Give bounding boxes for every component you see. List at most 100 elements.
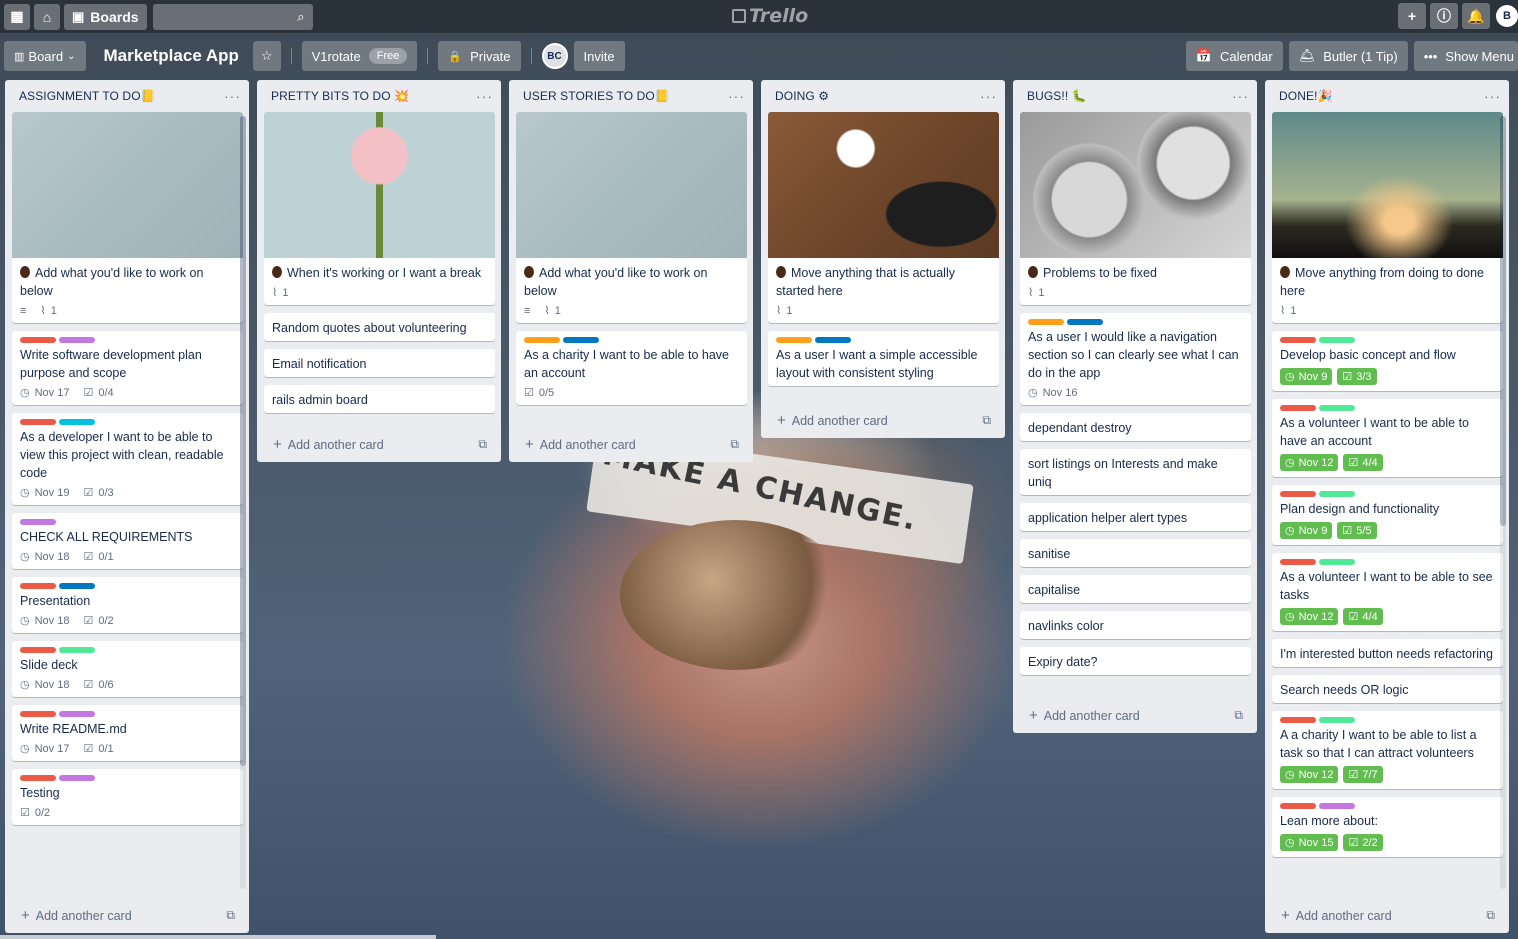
list-title[interactable]: USER STORIES TO DO📒 <box>523 89 670 103</box>
butler-button[interactable]: 🛎 Butler (1 Tip) <box>1288 41 1408 71</box>
label-red[interactable] <box>20 419 56 425</box>
card[interactable]: I'm interested button needs refactoring <box>1272 639 1503 667</box>
apps-grid-button[interactable]: ▦ <box>4 3 30 30</box>
card[interactable]: navlinks color <box>1020 611 1251 639</box>
label-red[interactable] <box>1280 803 1316 809</box>
list-title[interactable]: DOING ⚙ <box>775 89 829 103</box>
card[interactable]: Email notification <box>264 349 495 377</box>
show-menu-button[interactable]: ••• Show Menu <box>1413 41 1518 71</box>
label-lime[interactable] <box>1319 717 1355 723</box>
user-avatar[interactable]: B <box>1496 5 1518 27</box>
card[interactable]: Problems to be fixed ⌇ 1 <box>1020 112 1251 305</box>
list-title[interactable]: BUGS!! 🐛 <box>1027 89 1087 103</box>
card[interactable]: capitalise <box>1020 575 1251 603</box>
due-date-badge[interactable]: ◷ Nov 19 <box>20 486 69 500</box>
due-date-badge[interactable]: ◷ Nov 18 <box>20 550 69 564</box>
label-blue[interactable] <box>1067 319 1103 325</box>
list-title[interactable]: ASSIGNMENT TO DO📒 <box>19 89 156 103</box>
card[interactable]: Add what you'd like to work on below ≡ ⌇ 1 <box>12 112 243 323</box>
label-red[interactable] <box>20 775 56 781</box>
label-lime[interactable] <box>1319 491 1355 497</box>
due-date-complete-badge[interactable]: ◷ Nov 9 <box>1280 522 1333 539</box>
template-icon[interactable]: ⧉ <box>730 437 739 452</box>
card[interactable]: Lean more about: ◷ Nov 15 ☑ 2/2 <box>1272 797 1503 857</box>
label-red[interactable] <box>1280 717 1316 723</box>
add-card-button[interactable]: + Add another card ⧉ <box>1013 701 1257 729</box>
card[interactable]: Write README.md ◷ Nov 17 ☑ 0/1 <box>12 705 243 761</box>
card[interactable]: A a charity I want to be able to list a … <box>1272 711 1503 789</box>
due-date-complete-badge[interactable]: ◷ Nov 15 <box>1280 834 1339 851</box>
board-view-switcher[interactable]: ▥ Board ⌄ <box>4 41 86 71</box>
list-header[interactable]: DONE!🎉 ··· <box>1265 80 1509 112</box>
horizontal-scrollbar[interactable] <box>0 935 436 939</box>
template-icon[interactable]: ⧉ <box>478 437 487 452</box>
trello-logo[interactable]: Trello <box>732 5 808 27</box>
card[interactable]: Slide deck ◷ Nov 18 ☑ 0/6 <box>12 641 243 697</box>
label-blue[interactable] <box>59 583 95 589</box>
card[interactable]: Plan design and functionality ◷ Nov 9 ☑ 5/5 <box>1272 485 1503 545</box>
due-date-badge[interactable]: ◷ Nov 18 <box>20 614 69 628</box>
vertical-scrollbar[interactable] <box>240 116 246 889</box>
card[interactable]: application helper alert types <box>1020 503 1251 531</box>
card[interactable]: sanitise <box>1020 539 1251 567</box>
card[interactable]: dependant destroy <box>1020 413 1251 441</box>
list-title[interactable]: PRETTY BITS TO DO 💥 <box>271 89 409 103</box>
home-button[interactable]: ⌂ <box>34 3 60 30</box>
more-icon[interactable]: ··· <box>1484 88 1501 104</box>
template-icon[interactable]: ⧉ <box>1234 708 1243 723</box>
due-date-badge[interactable]: ◷ Nov 18 <box>20 678 69 692</box>
due-date-badge[interactable]: ◷ Nov 17 <box>20 742 69 756</box>
invite-button[interactable]: Invite <box>573 41 625 71</box>
card[interactable]: Search needs OR logic <box>1272 675 1503 703</box>
label-red[interactable] <box>20 647 56 653</box>
list-title[interactable]: DONE!🎉 <box>1279 89 1333 103</box>
vertical-scrollbar[interactable] <box>1500 116 1506 889</box>
card[interactable]: Expiry date? <box>1020 647 1251 675</box>
add-card-button[interactable]: + Add another card ⧉ <box>257 430 501 458</box>
label-red[interactable] <box>1280 405 1316 411</box>
list-header[interactable]: BUGS!! 🐛 ··· <box>1013 80 1257 112</box>
card[interactable]: As a user I want a simple accessible lay… <box>768 331 999 386</box>
label-sky[interactable] <box>59 419 95 425</box>
member-avatar[interactable]: BC <box>541 43 568 69</box>
more-icon[interactable]: ··· <box>1232 88 1249 104</box>
card[interactable]: As a user I would like a navigation sect… <box>1020 313 1251 405</box>
add-card-button[interactable]: + Add another card ⧉ <box>509 430 753 458</box>
boards-button[interactable]: ▣ Boards <box>64 3 147 30</box>
scrollbar-thumb[interactable] <box>1500 116 1506 526</box>
template-icon[interactable]: ⧉ <box>226 908 235 923</box>
label-orange[interactable] <box>524 337 560 343</box>
card[interactable]: When it's working or I want a break ⌇ 1 <box>264 112 495 305</box>
label-red[interactable] <box>1280 337 1316 343</box>
scrollbar-thumb[interactable] <box>240 116 246 766</box>
label-purple[interactable] <box>59 337 95 343</box>
list-header[interactable]: DOING ⚙ ··· <box>761 80 1005 112</box>
label-lime[interactable] <box>59 647 95 653</box>
card[interactable]: Random quotes about volunteering <box>264 313 495 341</box>
more-icon[interactable]: ··· <box>980 88 997 104</box>
card[interactable]: As a volunteer I want to be able to have… <box>1272 399 1503 477</box>
card[interactable]: Move anything from doing to done here ⌇ 1 <box>1272 112 1503 323</box>
card[interactable]: As a charity I want to be able to have a… <box>516 331 747 405</box>
due-date-badge[interactable]: ◷ Nov 16 <box>1028 386 1077 400</box>
list-header[interactable]: ASSIGNMENT TO DO📒 ··· <box>5 80 249 112</box>
team-button[interactable]: V1rotate Free <box>301 41 418 71</box>
card[interactable]: Add what you'd like to work on below ≡ ⌇ 1 <box>516 112 747 323</box>
label-lime[interactable] <box>1319 405 1355 411</box>
visibility-button[interactable]: 🔒 Private <box>438 41 521 71</box>
notifications-button[interactable]: 🔔 <box>1462 3 1490 29</box>
card[interactable]: Presentation ◷ Nov 18 ☑ 0/2 <box>12 577 243 633</box>
add-card-button[interactable]: + Add another card ⧉ <box>761 406 1005 434</box>
template-icon[interactable]: ⧉ <box>1486 908 1495 923</box>
board-title[interactable]: Marketplace App <box>104 46 239 66</box>
card[interactable]: As a developer I want to be able to view… <box>12 413 243 505</box>
due-date-complete-badge[interactable]: ◷ Nov 12 <box>1280 766 1339 783</box>
template-icon[interactable]: ⧉ <box>982 413 991 428</box>
card[interactable]: Move anything that is actually started h… <box>768 112 999 323</box>
due-date-badge[interactable]: ◷ Nov 17 <box>20 386 69 400</box>
due-date-complete-badge[interactable]: ◷ Nov 9 <box>1280 368 1333 385</box>
label-red[interactable] <box>20 337 56 343</box>
info-button[interactable]: ⓘ <box>1430 3 1458 29</box>
more-icon[interactable]: ··· <box>224 88 241 104</box>
more-icon[interactable]: ··· <box>728 88 745 104</box>
